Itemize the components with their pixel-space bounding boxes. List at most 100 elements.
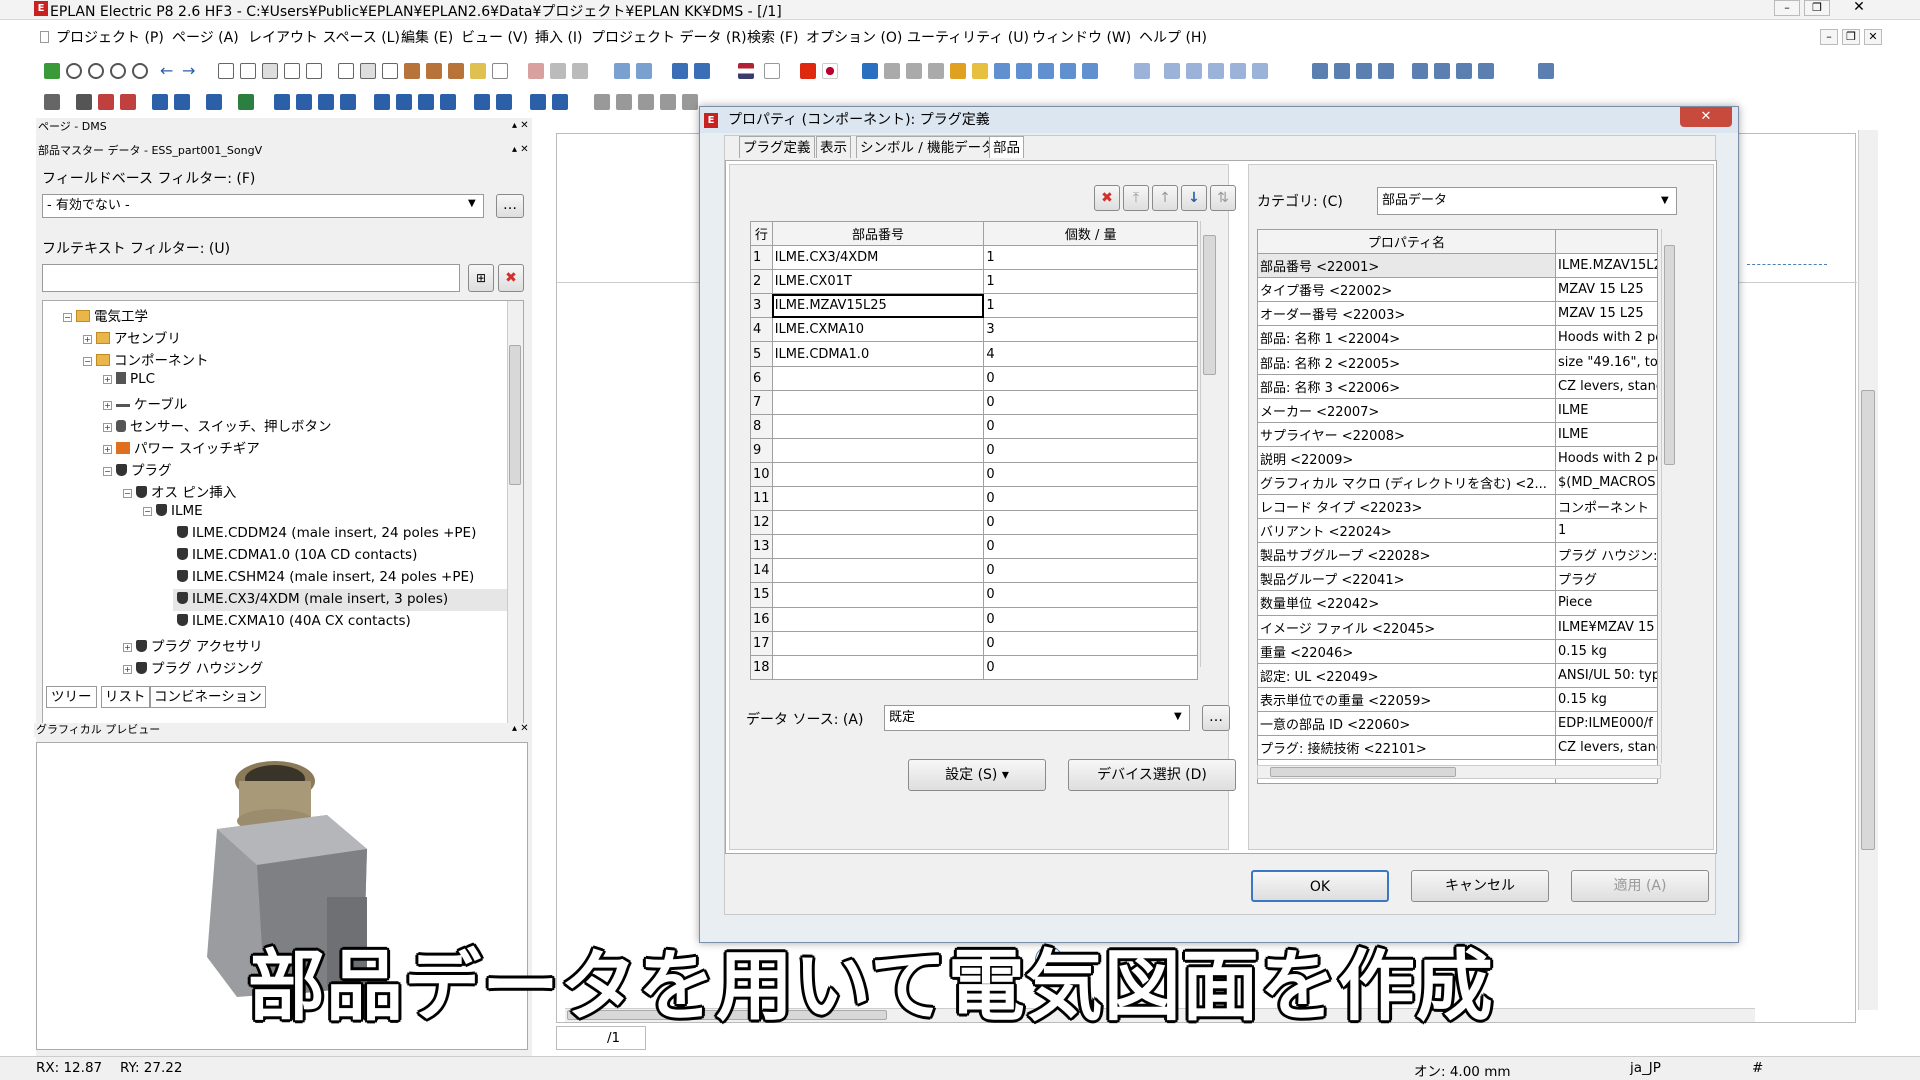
canvas-vscroll[interactable] bbox=[1737, 134, 1761, 1014]
box-b-icon[interactable] bbox=[616, 94, 632, 110]
grid-b-icon[interactable] bbox=[240, 63, 256, 79]
tool-s-icon[interactable] bbox=[1252, 63, 1268, 79]
table-row[interactable]: 3 ILME.MZAV15L25 1 bbox=[750, 293, 1198, 319]
quantity-cell[interactable]: 1 bbox=[983, 269, 1198, 295]
properties-hscroll[interactable] bbox=[1257, 765, 1661, 779]
property-value-cell[interactable]: 1 bbox=[1555, 518, 1658, 544]
box-a-icon[interactable] bbox=[594, 94, 610, 110]
flag-jp-icon[interactable] bbox=[822, 63, 838, 79]
quantity-cell[interactable]: 0 bbox=[983, 437, 1198, 463]
menu-view[interactable]: ビュー (V) bbox=[461, 27, 528, 47]
table-row[interactable]: 60 bbox=[750, 365, 1198, 391]
quantity-cell[interactable]: 3 bbox=[983, 317, 1198, 343]
cancel-button[interactable]: キャンセル bbox=[1411, 870, 1549, 902]
table-row[interactable]: 1 ILME.CX3/4XDM 1 bbox=[750, 245, 1198, 271]
table-row[interactable]: バリアント <22024> 1 bbox=[1257, 518, 1658, 544]
part-number-cell[interactable] bbox=[771, 630, 985, 656]
fulltext-filter-input[interactable] bbox=[42, 264, 460, 292]
tab-tree[interactable]: ツリー bbox=[46, 686, 97, 708]
back-icon[interactable]: ← bbox=[160, 63, 176, 79]
tree-node-cshm24[interactable]: ILME.CSHM24 (male insert, 24 poles +PE) bbox=[177, 569, 474, 585]
tree-node-cddm24[interactable]: ILME.CDDM24 (male insert, 24 poles +PE) bbox=[177, 525, 476, 541]
property-value-cell[interactable]: MZAV 15 L25 bbox=[1555, 277, 1658, 303]
quantity-cell[interactable]: 0 bbox=[983, 461, 1198, 488]
quantity-cell[interactable]: 0 bbox=[983, 389, 1198, 415]
flag-cn-icon[interactable] bbox=[800, 63, 816, 79]
properties-scroll-thumb[interactable] bbox=[1664, 245, 1675, 465]
tree-node-assembly[interactable]: + アセンブリ bbox=[83, 327, 181, 347]
minimize-icon[interactable]: – bbox=[1774, 0, 1800, 16]
parts-table-scrollbar[interactable] bbox=[1200, 221, 1218, 667]
mdi-minimize-icon[interactable]: – bbox=[1820, 29, 1838, 45]
tool-z-icon[interactable] bbox=[1456, 63, 1472, 79]
col-quantity-header[interactable]: 個数 / 量 bbox=[983, 220, 1198, 247]
part-number-cell[interactable] bbox=[771, 510, 985, 536]
table-row[interactable]: 17 0 bbox=[750, 630, 1198, 656]
table-row[interactable]: 16 0 bbox=[750, 606, 1198, 632]
bar-icon[interactable] bbox=[492, 63, 508, 79]
table-row[interactable]: 90 bbox=[750, 437, 1198, 463]
quantity-cell[interactable]: 0 bbox=[983, 413, 1198, 439]
tool-r-icon[interactable] bbox=[1230, 63, 1246, 79]
tab-parts[interactable]: 部品 bbox=[989, 136, 1024, 158]
table-row[interactable]: タイプ番号 <22002> MZAV 15 L25 bbox=[1257, 277, 1658, 303]
part-number-cell[interactable] bbox=[771, 486, 985, 512]
property-value-cell[interactable]: ILME bbox=[1555, 421, 1658, 447]
macro-icon[interactable] bbox=[404, 63, 420, 79]
menu-layout-space[interactable]: レイアウト スペース (L) bbox=[248, 27, 400, 47]
property-value-cell[interactable]: $(MD_MACROS bbox=[1555, 469, 1658, 496]
part-number-cell[interactable] bbox=[771, 437, 985, 463]
main-vscroll[interactable] bbox=[1858, 130, 1878, 1010]
corner-d-icon[interactable] bbox=[340, 94, 356, 110]
swap-icon[interactable]: ⇅ bbox=[1210, 185, 1236, 211]
table-row[interactable]: 15 0 bbox=[750, 582, 1198, 608]
table-row[interactable]: イメージ ファイル <22045> ILME¥MZAV 15 bbox=[1257, 614, 1658, 640]
menu-insert[interactable]: 挿入 (I) bbox=[535, 27, 583, 47]
tree-node-cxma10[interactable]: ILME.CXMA10 (40A CX contacts) bbox=[177, 613, 411, 629]
tab-display[interactable]: 表示 bbox=[816, 136, 851, 158]
symbol-icon[interactable] bbox=[44, 94, 60, 110]
property-value-cell[interactable]: ILME bbox=[1555, 397, 1658, 423]
tool-t-icon[interactable] bbox=[1312, 63, 1328, 79]
part-number-cell[interactable] bbox=[771, 461, 985, 488]
property-value-cell[interactable]: MZAV 15 L25 bbox=[1555, 301, 1658, 327]
tree-scrollbar-thumb[interactable] bbox=[509, 345, 521, 485]
table-row[interactable]: 部品: 名称 2 <22005> size "49.16", to bbox=[1257, 349, 1658, 375]
tool-g-icon[interactable] bbox=[906, 63, 922, 79]
tool-x-icon[interactable] bbox=[1412, 63, 1428, 79]
wrench-icon[interactable] bbox=[950, 63, 966, 79]
clear-filter-icon[interactable]: ✖ bbox=[498, 264, 524, 292]
property-value-cell[interactable]: プラグ ハウジン: bbox=[1555, 542, 1658, 568]
potential-icon[interactable] bbox=[206, 94, 222, 110]
quantity-cell[interactable]: 0 bbox=[983, 606, 1198, 632]
tab-list[interactable]: リスト bbox=[101, 686, 150, 708]
tree-node-power-switchgear[interactable]: + パワー スイッチギア bbox=[103, 437, 260, 457]
quantity-cell[interactable]: 0 bbox=[983, 486, 1198, 512]
quantity-cell[interactable]: 0 bbox=[983, 510, 1198, 536]
tool-k-icon[interactable] bbox=[1038, 63, 1054, 79]
property-value-cell[interactable]: ANSI/UL 50: typ bbox=[1555, 662, 1658, 688]
tool-v-icon[interactable] bbox=[1356, 63, 1372, 79]
field-filter-select[interactable]: - 有効でない - bbox=[42, 194, 484, 218]
tab-combination[interactable]: コンビネーション bbox=[150, 686, 266, 708]
table-icon[interactable] bbox=[694, 63, 710, 79]
quantity-cell[interactable]: 0 bbox=[983, 630, 1198, 656]
table-row[interactable]: 表示単位での重量 <22059> 0.15 kg bbox=[1257, 686, 1658, 712]
table-row[interactable]: 部品: 名称 3 <22006> CZ levers, stanc bbox=[1257, 373, 1658, 399]
grid-f-icon[interactable] bbox=[382, 63, 398, 79]
property-value-cell[interactable]: EDP:ILME000/f bbox=[1555, 710, 1658, 736]
properties-hscroll-thumb[interactable] bbox=[1270, 767, 1456, 777]
table-row[interactable]: プラグ: 接続技術 <22101> CZ levers, stanc bbox=[1257, 734, 1658, 761]
tool-y-icon[interactable] bbox=[1434, 63, 1450, 79]
table-row[interactable]: グラフィカル マクロ (ディレクトリを含む) <2... $(MD_MACROS bbox=[1257, 469, 1658, 496]
part-number-cell[interactable] bbox=[771, 389, 985, 415]
tab-plug-definition[interactable]: プラグ定義 bbox=[739, 136, 815, 158]
maximize-icon[interactable]: ❐ bbox=[1804, 0, 1830, 16]
table-row[interactable]: 2 ILME.CX01T 1 bbox=[750, 269, 1198, 295]
terminal-icon[interactable] bbox=[76, 94, 92, 110]
corner-b-icon[interactable] bbox=[296, 94, 312, 110]
move-top-icon[interactable]: ⤒ bbox=[1123, 185, 1149, 211]
tree-node-ilme[interactable]: − ILME bbox=[143, 503, 203, 519]
table-row[interactable]: 4 ILME.CXMA10 3 bbox=[750, 317, 1198, 343]
menu-help[interactable]: ヘルプ (H) bbox=[1139, 27, 1207, 47]
